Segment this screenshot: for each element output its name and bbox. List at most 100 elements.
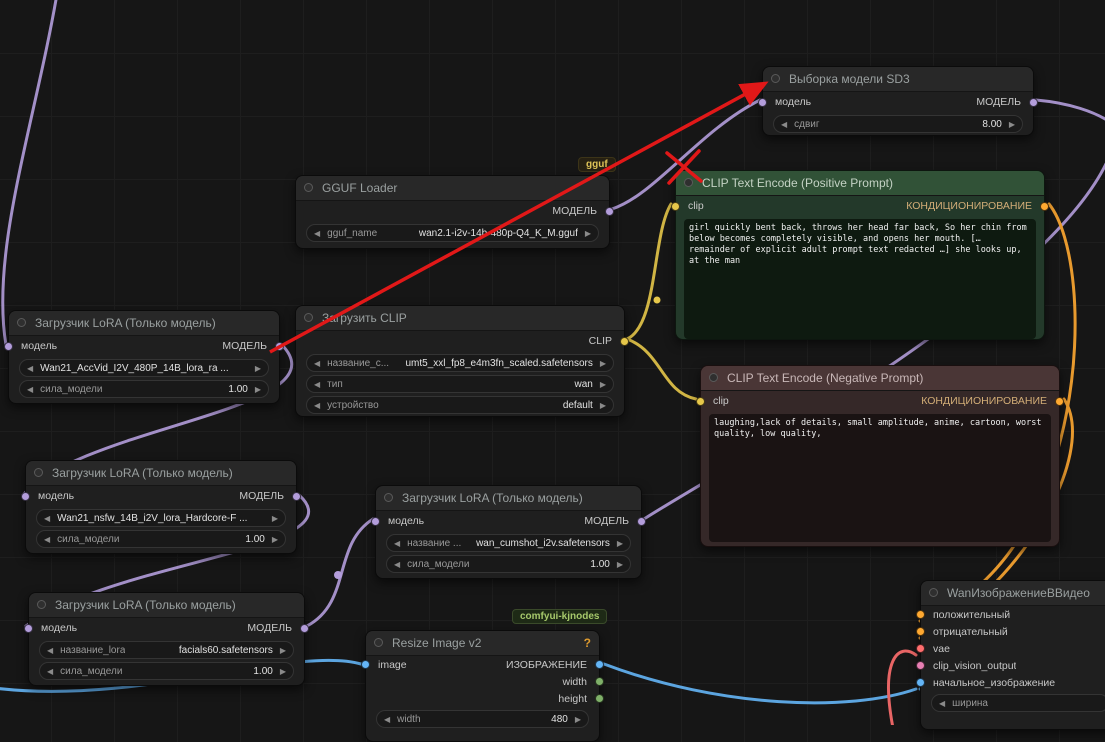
node-title-bar[interactable]: CLIP Text Encode (Negative Prompt) [701,366,1059,391]
node-title-bar[interactable]: Загрузить CLIP [296,306,624,331]
node-lora-loader-nsfw[interactable]: Загрузчик LoRA (Только модель) модель МО… [21,460,301,554]
node-title-bar[interactable]: Загрузчик LoRA (Только модель) [26,461,296,486]
input-slot-image[interactable] [361,660,370,669]
output-slot-model[interactable] [1029,97,1038,107]
widget-lora-strength[interactable]: ◀ сила_модели 1.00 ▶ [386,555,631,573]
widget-gguf-name[interactable]: ◀ gguf_name wan2.1-i2v-14b-480p-Q4_K_M.g… [306,224,599,242]
combo-left-arrow-icon[interactable]: ◀ [44,514,50,523]
stepper-left-arrow-icon[interactable]: ◀ [781,120,787,129]
stepper-right-arrow-icon[interactable]: ▶ [617,560,623,569]
node-lora-loader-accvid[interactable]: Загрузчик LoRA (Только модель) модель МО… [4,310,284,404]
prompt-textarea[interactable]: girl quickly bent back, throws her head … [684,219,1036,339]
stepper-right-arrow-icon[interactable]: ▶ [272,535,278,544]
output-slot-height[interactable] [595,694,604,703]
widget-lora-name[interactable]: ◀ название ... wan_cumshot_i2v.safetenso… [386,534,631,552]
widget-clip-name[interactable]: ◀ название_c... umt5_xxl_fp8_e4m3fn_scal… [306,354,614,372]
combo-left-arrow-icon[interactable]: ◀ [27,364,33,373]
node-clip-text-encode-positive[interactable]: CLIP Text Encode (Positive Prompt) clip … [671,170,1049,340]
stepper-left-arrow-icon[interactable]: ◀ [47,667,53,676]
help-icon[interactable]: ? [584,631,591,655]
node-title-bar[interactable]: GGUF Loader [296,176,609,201]
widget-lora-name[interactable]: ◀ Wan21_nsfw_14B_i2V_lora_Hardcore-F ...… [36,509,286,527]
node-title-bar[interactable]: Выборка модели SD3 [763,67,1033,92]
node-lora-loader-facials[interactable]: Загрузчик LoRA (Только модель) модель МО… [24,592,309,686]
combo-right-arrow-icon[interactable]: ▶ [600,380,606,389]
node-title-bar[interactable]: Загрузчик LoRA (Только модель) [376,486,641,511]
stepper-right-arrow-icon[interactable]: ▶ [255,385,261,394]
input-slot-model[interactable] [24,623,33,633]
input-slot-clip[interactable] [696,396,705,406]
combo-right-arrow-icon[interactable]: ▶ [600,359,606,368]
combo-right-arrow-icon[interactable]: ▶ [617,539,623,548]
combo-left-arrow-icon[interactable]: ◀ [314,229,320,238]
wire-model-into-lora1[interactable] [1,0,58,347]
collapse-dot-icon[interactable] [34,468,43,477]
combo-right-arrow-icon[interactable]: ▶ [280,646,286,655]
input-slot-model[interactable] [371,516,380,526]
input-slot-positive[interactable] [916,610,925,619]
stepper-left-arrow-icon[interactable]: ◀ [939,699,945,708]
node-graph-canvas[interactable]: { "canvas": {"width": 1105, "height": 72… [0,0,1105,742]
node-clip-text-encode-negative[interactable]: CLIP Text Encode (Negative Prompt) clip … [696,365,1064,547]
input-slot-negative[interactable] [916,627,925,636]
output-slot-conditioning[interactable] [1040,201,1049,211]
output-slot-width[interactable] [595,677,604,686]
combo-left-arrow-icon[interactable]: ◀ [394,539,400,548]
stepper-left-arrow-icon[interactable]: ◀ [27,385,33,394]
combo-left-arrow-icon[interactable]: ◀ [314,401,320,410]
node-gguf-loader[interactable]: GGUF Loader МОДЕЛЬ ◀ gguf_name wan2.1-i2… [295,175,614,249]
collapse-dot-icon[interactable] [304,183,313,192]
collapse-dot-icon[interactable] [929,588,938,597]
widget-width[interactable]: ◀ width 480 ▶ [376,710,589,728]
collapse-dot-icon[interactable] [709,373,718,382]
widget-lora-strength[interactable]: ◀ сила_модели 1.00 ▶ [19,380,269,398]
stepper-left-arrow-icon[interactable]: ◀ [384,715,390,724]
link-midpoint-dot[interactable] [334,571,342,579]
input-slot-model[interactable] [21,491,30,501]
collapse-dot-icon[interactable] [17,318,26,327]
output-slot-conditioning[interactable] [1055,396,1064,406]
input-slot-start-image[interactable] [916,678,925,687]
widget-lora-strength[interactable]: ◀ сила_модели 1.00 ▶ [39,662,294,680]
wire-image-resize-wan[interactable] [602,662,918,705]
link-midpoint-dot[interactable] [653,296,661,304]
stepper-left-arrow-icon[interactable]: ◀ [44,535,50,544]
node-lora-loader-cumshot[interactable]: Загрузчик LoRA (Только модель) модель МО… [371,485,646,579]
combo-right-arrow-icon[interactable]: ▶ [585,229,591,238]
node-wan-image-to-video[interactable]: WanИзображениеВВидео положительный отриц… [916,580,1105,730]
combo-right-arrow-icon[interactable]: ▶ [600,401,606,410]
combo-right-arrow-icon[interactable]: ▶ [272,514,278,523]
collapse-dot-icon[interactable] [374,638,383,647]
stepper-right-arrow-icon[interactable]: ▶ [575,715,581,724]
input-slot-model[interactable] [758,97,767,107]
node-clip-loader[interactable]: Загрузить CLIP CLIP ◀ название_c... umt5… [295,305,629,417]
stepper-left-arrow-icon[interactable]: ◀ [394,560,400,569]
node-title-bar[interactable]: WanИзображениеВВидео [921,581,1105,606]
node-title-bar[interactable]: Resize Image v2 ? [366,631,599,656]
wire-model-sd3-offscreen[interactable] [1034,98,1105,122]
node-model-sampling-sd3[interactable]: Выборка модели SD3 модель МОДЕЛЬ ◀ сдвиг… [758,66,1038,136]
node-title-bar[interactable]: Загрузчик LoRA (Только модель) [29,593,304,618]
collapse-dot-icon[interactable] [684,178,693,187]
node-title-bar[interactable]: Загрузчик LoRA (Только модель) [9,311,279,336]
output-slot-model[interactable] [637,516,646,526]
output-slot-model[interactable] [605,206,614,216]
collapse-dot-icon[interactable] [304,313,313,322]
widget-clip-type[interactable]: ◀ тип wan ▶ [306,375,614,393]
collapse-dot-icon[interactable] [37,600,46,609]
output-slot-image[interactable] [595,660,604,669]
widget-width[interactable]: ◀ ширина [931,694,1105,712]
widget-lora-name[interactable]: ◀ Wan21_AccVid_I2V_480P_14B_lora_ra ... … [19,359,269,377]
widget-lora-strength[interactable]: ◀ сила_модели 1.00 ▶ [36,530,286,548]
node-title-bar[interactable]: CLIP Text Encode (Positive Prompt) [676,171,1044,196]
output-slot-model[interactable] [275,341,284,351]
wire-clip-to-positive[interactable] [625,202,673,341]
input-slot-clip[interactable] [671,201,680,211]
output-slot-model[interactable] [292,491,301,501]
widget-shift[interactable]: ◀ сдвиг 8.00 ▶ [773,115,1023,133]
wire-vae-into-wan[interactable] [887,649,918,725]
combo-right-arrow-icon[interactable]: ▶ [255,364,261,373]
combo-left-arrow-icon[interactable]: ◀ [47,646,53,655]
collapse-dot-icon[interactable] [771,74,780,83]
widget-lora-name[interactable]: ◀ название_lora facials60.safetensors ▶ [39,641,294,659]
